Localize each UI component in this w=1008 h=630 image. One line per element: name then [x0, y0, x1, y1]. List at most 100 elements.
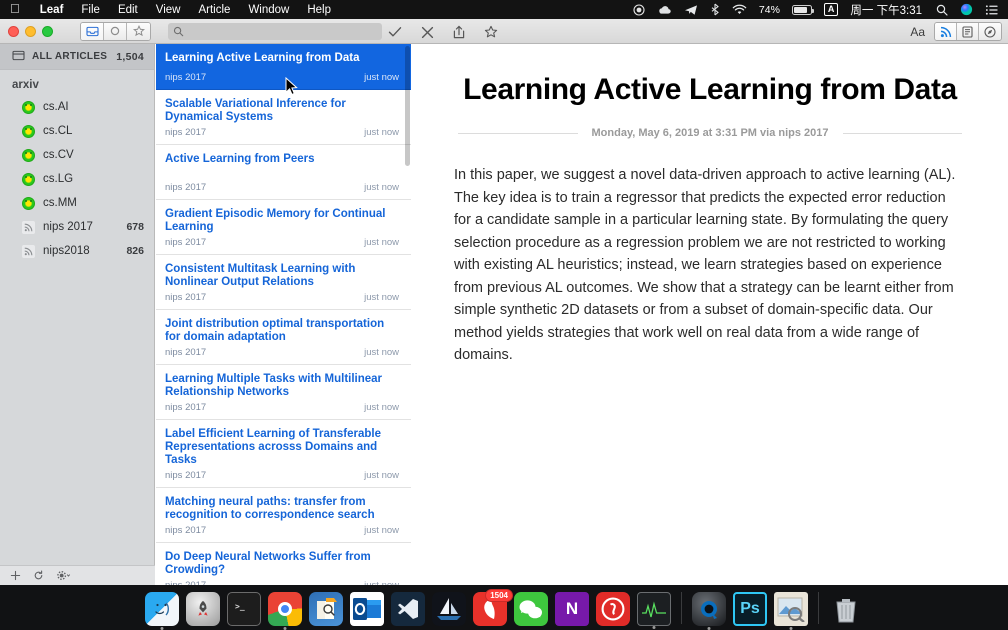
sidebar-item-cs-cv[interactable]: cs.CV [0, 143, 154, 167]
rss-icon [22, 220, 35, 234]
bluetooth-icon[interactable] [704, 3, 726, 16]
article-meta: nips 2017 just now [165, 292, 399, 303]
table-row[interactable]: Consistent Multitask Learning with Nonli… [156, 255, 411, 310]
menu-article[interactable]: Article [189, 4, 239, 16]
article-dateline: Monday, May 6, 2019 at 3:31 PM via nips … [454, 127, 966, 139]
dock-launchpad[interactable] [186, 592, 220, 626]
plus-icon[interactable] [10, 570, 21, 581]
siri-icon[interactable] [954, 3, 979, 16]
minimize-window-button[interactable] [25, 25, 36, 37]
menu-leaf[interactable]: Leaf [31, 4, 73, 16]
sidebar-item-all-articles[interactable]: ALL ARTICLES 1,504 [0, 44, 154, 70]
text-size-button[interactable]: Aa [908, 25, 934, 39]
sidebar-item-label: cs.LG [43, 173, 74, 185]
status-badge: 1504 [485, 589, 513, 602]
sidebar-item-label: cs.AI [43, 101, 69, 113]
wifi-icon[interactable] [726, 4, 753, 16]
dock-terminal[interactable]: >_ [227, 592, 261, 626]
menu-bar-status: 74% A 周一 下午3:31 [627, 0, 1004, 19]
gear-icon[interactable] [56, 570, 71, 581]
sidebar-item-cs-mm[interactable]: cs.MM [0, 191, 154, 215]
segment-rss-view[interactable] [935, 23, 957, 40]
dock-preview[interactable] [774, 592, 808, 630]
menu-file[interactable]: File [72, 4, 109, 16]
article-time: just now [364, 292, 399, 303]
maximize-window-button[interactable] [42, 25, 53, 37]
dock-trash[interactable] [829, 592, 863, 626]
dock-leaf[interactable]: 1504 [473, 589, 513, 626]
share-button[interactable] [448, 23, 470, 41]
dock-quicktime[interactable] [692, 592, 726, 630]
mark-read-button[interactable] [384, 23, 406, 41]
search-input[interactable] [188, 25, 377, 38]
article-meta: nips 2017 just now [165, 525, 399, 536]
article-time: just now [364, 127, 399, 138]
table-row[interactable]: Matching neural paths: transfer from rec… [156, 488, 411, 543]
segment-unread[interactable] [104, 22, 127, 40]
dock-outlook[interactable] [350, 592, 384, 626]
favorite-button[interactable] [480, 23, 502, 41]
dock-dictionary[interactable] [309, 592, 343, 626]
window-controls [0, 25, 53, 37]
table-row[interactable]: Do Deep Neural Networks Suffer from Crow… [156, 543, 411, 585]
article-time: just now [364, 402, 399, 413]
input-source-icon[interactable]: A [818, 3, 845, 16]
table-row[interactable]: Label Efficient Learning of Transferable… [156, 420, 411, 488]
sidebar-item-nips2018[interactable]: nips2018 826 [0, 239, 154, 263]
apple-menu-icon[interactable]:  [0, 2, 31, 15]
running-indicator [652, 626, 656, 629]
table-row[interactable]: Learning Multiple Tasks with Multilinear… [156, 365, 411, 420]
close-window-button[interactable] [8, 25, 19, 37]
sidebar-toolbar [0, 565, 155, 585]
all-articles-count: 1,504 [116, 50, 144, 63]
table-row[interactable]: Scalable Variational Inference for Dynam… [156, 90, 411, 145]
feed-favicon-icon [22, 196, 35, 210]
screen-record-icon[interactable] [627, 3, 651, 16]
feed-favicon-icon [22, 172, 35, 186]
segment-all-articles[interactable] [81, 22, 104, 40]
article-title: Do Deep Neural Networks Suffer from Crow… [165, 551, 371, 576]
sidebar-item-cs-lg[interactable]: cs.LG [0, 167, 154, 191]
cloud-icon[interactable] [651, 4, 678, 16]
list-scrollbar[interactable] [405, 46, 410, 166]
search-field[interactable] [168, 23, 382, 40]
menu-edit[interactable]: Edit [109, 4, 147, 16]
sidebar-group-arxiv[interactable]: arxiv [0, 70, 154, 95]
segment-reader-view[interactable] [957, 23, 979, 40]
segment-browser-view[interactable] [979, 23, 1001, 40]
dock-vscode[interactable] [391, 592, 425, 626]
menu-bar-clock[interactable]: 周一 下午3:31 [844, 2, 930, 18]
delete-button[interactable] [416, 23, 438, 41]
feed-favicon-icon [22, 124, 35, 138]
menu-view[interactable]: View [147, 4, 190, 16]
sidebar-item-cs-ai[interactable]: cs.AI [0, 95, 154, 119]
telegram-icon[interactable] [678, 4, 704, 16]
refresh-icon[interactable] [33, 570, 44, 581]
spotlight-search-icon[interactable] [930, 4, 954, 16]
dock-chrome[interactable] [268, 592, 302, 630]
sidebar-item-cs-cl[interactable]: cs.CL [0, 119, 154, 143]
table-row[interactable]: Joint distribution optimal transportatio… [156, 310, 411, 365]
menu-help[interactable]: Help [298, 4, 340, 16]
control-center-icon[interactable] [979, 4, 1004, 16]
dock-wechat[interactable] [514, 592, 548, 626]
table-row[interactable]: Gradient Episodic Memory for Continual L… [156, 200, 411, 255]
dock-finder[interactable] [145, 592, 179, 630]
dock-netease-music[interactable] [596, 592, 630, 626]
segment-starred[interactable] [127, 22, 150, 40]
mouse-cursor [285, 76, 298, 101]
article-list[interactable]: Learning Active Learning from Data nips … [156, 44, 411, 585]
table-row[interactable]: Active Learning from Peers nips 2017 jus… [156, 145, 411, 200]
sidebar-item-count: 678 [126, 221, 144, 233]
battery-icon[interactable] [786, 4, 818, 15]
dock-onenote[interactable]: N [555, 592, 589, 626]
table-row[interactable]: Learning Active Learning from Data nips … [156, 44, 411, 90]
dock-activity-monitor[interactable] [637, 592, 671, 629]
dock-sailing[interactable] [432, 592, 466, 626]
sidebar-item-nips-2017[interactable]: nips 2017 678 [0, 215, 154, 239]
menu-window[interactable]: Window [239, 4, 298, 16]
article-time: just now [364, 347, 399, 358]
article-time: just now [364, 72, 399, 83]
dock-photoshop[interactable]: Ps [733, 592, 767, 626]
menu-bar-left:  Leaf File Edit View Article Window Hel… [0, 2, 340, 16]
